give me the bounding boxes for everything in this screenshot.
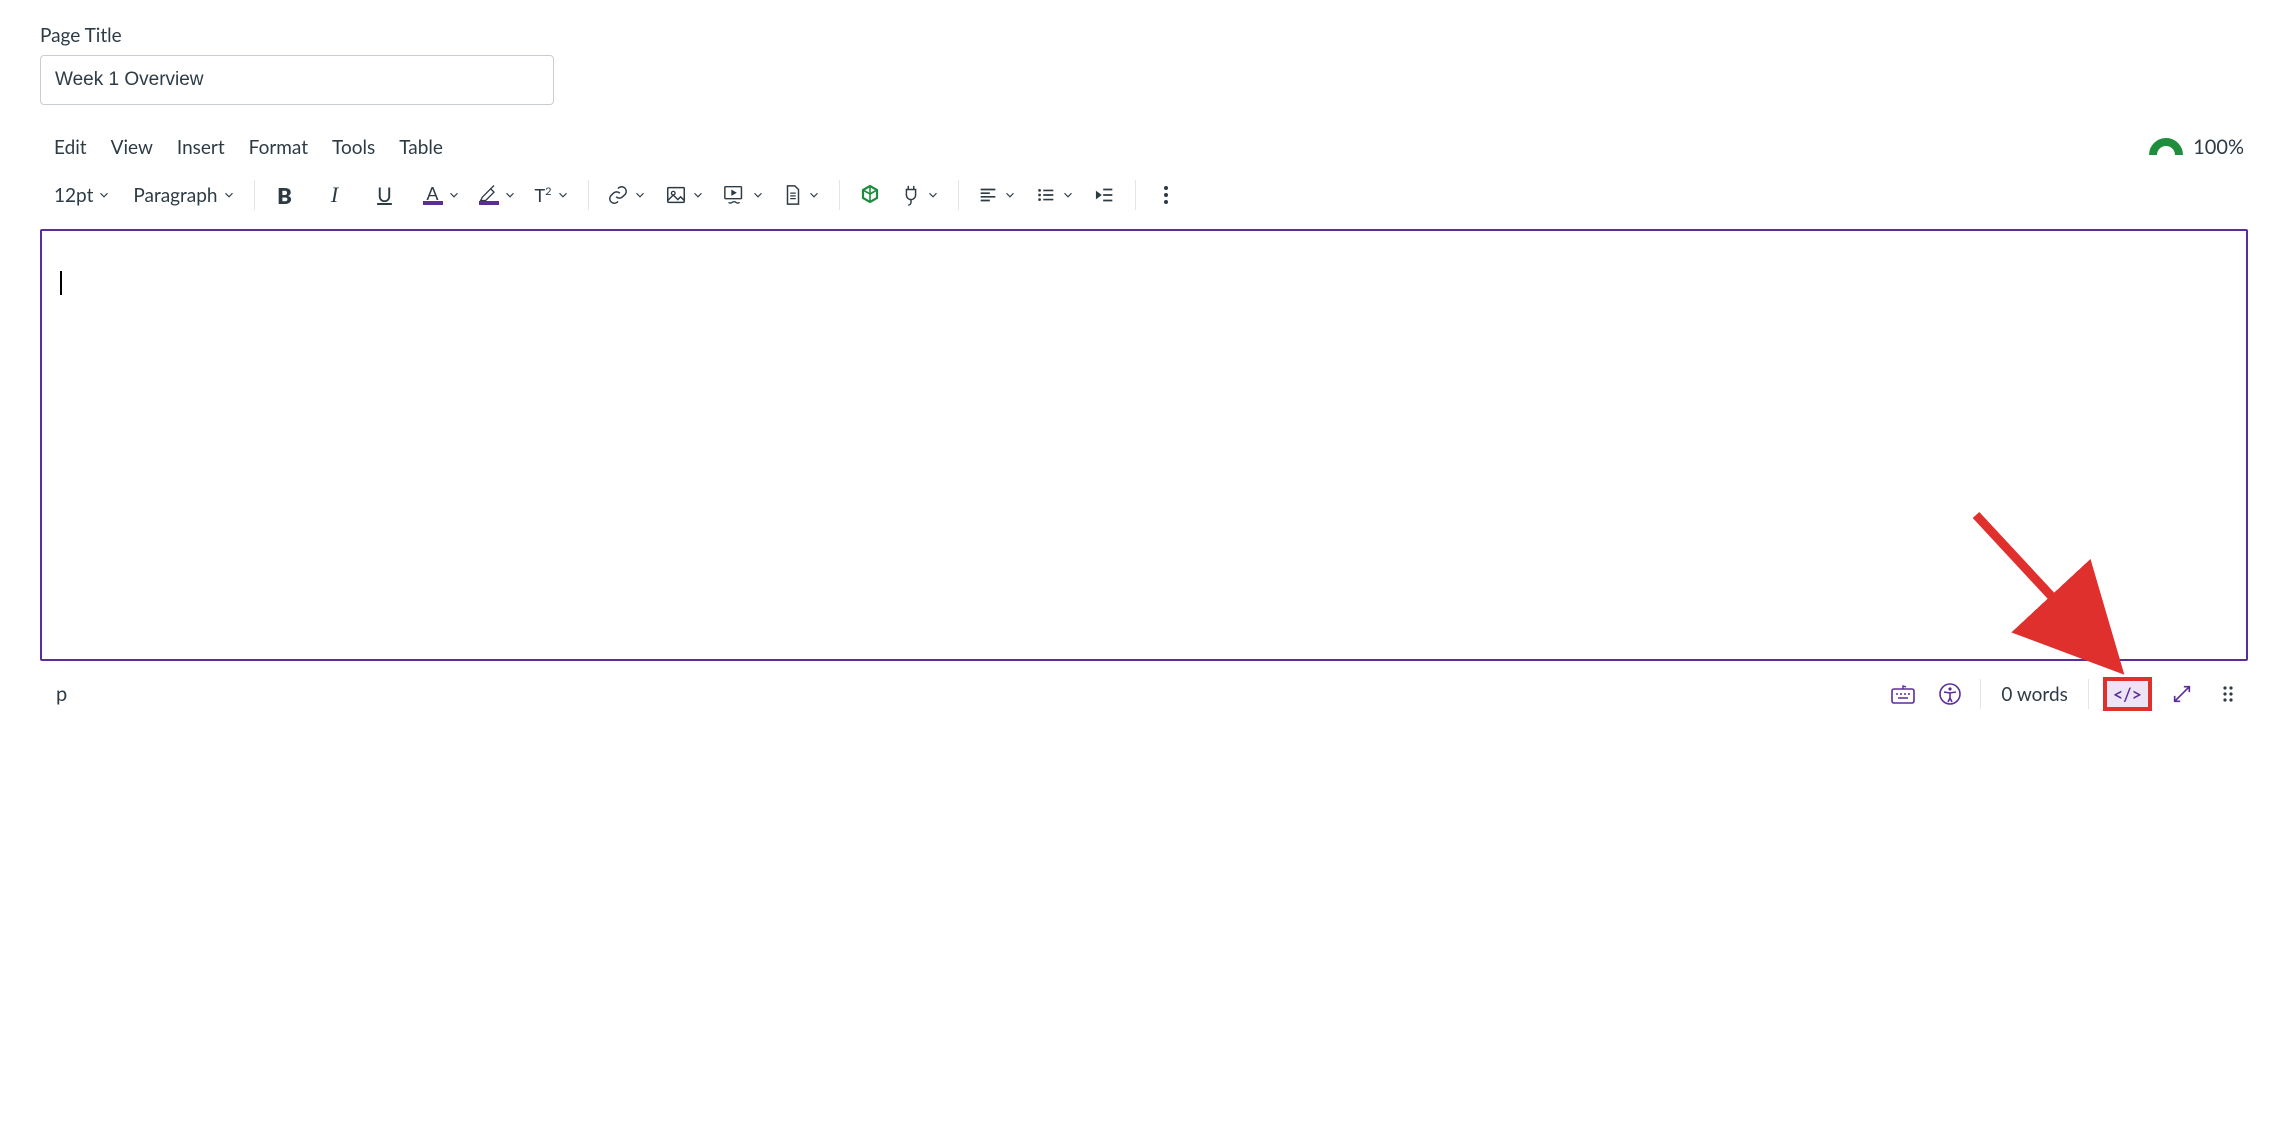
highlight-color-button[interactable] <box>475 179 521 211</box>
underline-button[interactable]: U <box>369 179 401 211</box>
drag-handle-icon <box>2221 683 2235 705</box>
gauge-icon <box>2149 137 2183 157</box>
text-color-icon: A <box>423 185 443 205</box>
chevron-down-icon <box>556 188 570 202</box>
bold-icon: B <box>277 182 292 209</box>
bullet-list-button[interactable] <box>1031 179 1079 211</box>
separator <box>839 180 840 210</box>
chevron-down-icon <box>1061 188 1075 202</box>
menu-table[interactable]: Table <box>399 136 443 159</box>
block-format-select[interactable]: Paragraph <box>129 179 239 211</box>
align-button[interactable] <box>973 179 1021 211</box>
chevron-down-icon <box>222 188 236 202</box>
separator <box>2088 679 2089 709</box>
chevron-down-icon <box>751 188 765 202</box>
text-cursor <box>60 271 62 295</box>
separator <box>254 180 255 210</box>
chevron-down-icon <box>1003 188 1017 202</box>
chevron-down-icon <box>633 188 647 202</box>
menu-edit[interactable]: Edit <box>54 136 87 159</box>
chevron-down-icon <box>97 188 111 202</box>
menu-insert[interactable]: Insert <box>177 136 225 159</box>
document-icon <box>783 184 803 206</box>
image-button[interactable] <box>661 179 709 211</box>
annotation-arrow <box>1956 495 2136 675</box>
page-title-input[interactable] <box>40 55 554 105</box>
word-count[interactable]: 0 words <box>1995 683 2073 706</box>
app-icon <box>858 183 882 207</box>
link-icon <box>607 184 629 206</box>
editor-content-area[interactable] <box>40 229 2248 661</box>
block-format-label: Paragraph <box>133 184 217 207</box>
underline-icon: U <box>377 183 392 207</box>
media-button[interactable] <box>719 179 769 211</box>
accessibility-checker-button[interactable] <box>1934 678 1966 710</box>
image-icon <box>665 184 687 206</box>
menu-format[interactable]: Format <box>249 136 308 159</box>
link-button[interactable] <box>603 179 651 211</box>
align-icon <box>977 184 999 206</box>
more-button[interactable] <box>1150 179 1182 211</box>
editor-menubar: Edit View Insert Format Tools Table <box>40 136 443 159</box>
text-color-button[interactable]: A <box>419 179 465 211</box>
keyboard-shortcuts-button[interactable] <box>1886 678 1920 710</box>
fullscreen-button[interactable] <box>2166 678 2198 710</box>
bullet-list-icon <box>1035 184 1057 206</box>
accessibility-score[interactable]: 100% <box>2149 135 2248 159</box>
accessibility-icon <box>1938 682 1962 706</box>
superscript-button[interactable]: T2 <box>531 179 574 211</box>
separator <box>1980 679 1981 709</box>
italic-icon: I <box>331 182 338 208</box>
menu-view[interactable]: View <box>111 136 153 159</box>
font-size-label: 12pt <box>54 184 93 207</box>
chevron-down-icon <box>447 188 461 202</box>
document-button[interactable] <box>779 179 825 211</box>
chevron-down-icon <box>691 188 705 202</box>
separator <box>588 180 589 210</box>
media-icon <box>723 184 747 206</box>
indent-button[interactable] <box>1089 179 1121 211</box>
indent-icon <box>1094 184 1116 206</box>
html-editor-button[interactable]: </> <box>2103 677 2152 711</box>
resize-handle[interactable] <box>2212 678 2244 710</box>
bold-button[interactable]: B <box>269 179 301 211</box>
keyboard-icon <box>1890 683 1916 705</box>
editor-toolbar: 12pt Paragraph B I U A <box>40 173 2248 217</box>
menu-tools[interactable]: Tools <box>332 136 375 159</box>
italic-button[interactable]: I <box>319 179 351 211</box>
highlight-icon <box>479 185 499 205</box>
element-path[interactable]: p <box>44 682 67 706</box>
chevron-down-icon <box>926 188 940 202</box>
plug-icon <box>900 184 922 206</box>
page-title-label: Page Title <box>40 24 2248 47</box>
more-vertical-icon <box>1163 184 1169 206</box>
app-button[interactable] <box>854 179 886 211</box>
editor-statusbar: p 0 words </> <box>40 677 2248 711</box>
plugin-button[interactable] <box>896 179 944 211</box>
chevron-down-icon <box>503 188 517 202</box>
font-size-select[interactable]: 12pt <box>50 179 115 211</box>
separator <box>958 180 959 210</box>
separator <box>1135 180 1136 210</box>
chevron-down-icon <box>807 188 821 202</box>
fullscreen-icon <box>2171 683 2193 705</box>
score-value: 100% <box>2193 135 2244 159</box>
superscript-icon: T2 <box>535 184 552 206</box>
